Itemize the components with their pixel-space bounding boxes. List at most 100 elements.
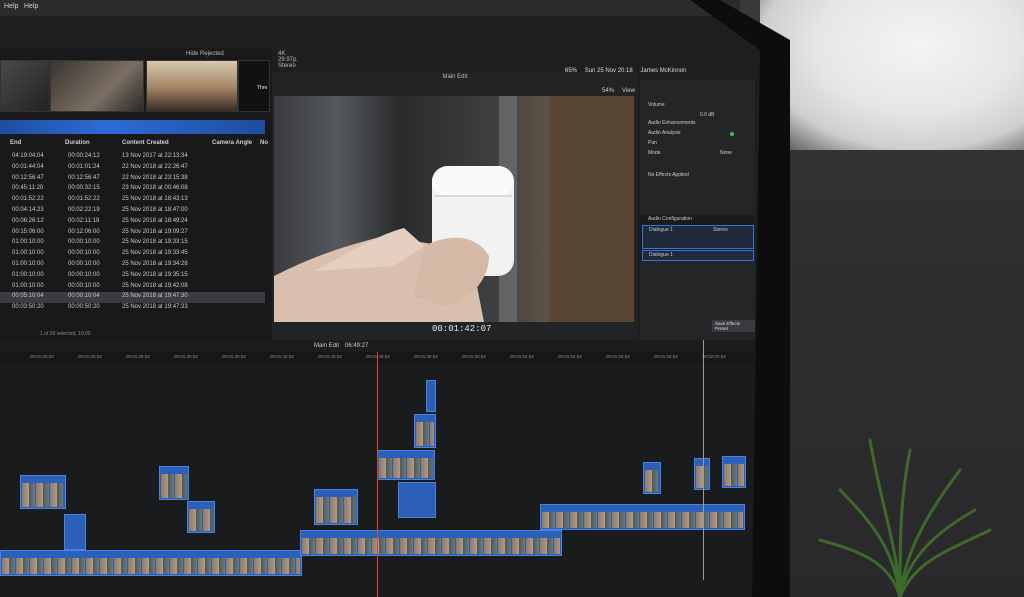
clip-frames [696,466,708,488]
clip-thumbnail[interactable] [146,60,238,112]
ruler-tick-label: 00:01:42:02 [270,354,294,359]
browser-row[interactable]: 01:00:10:00 00:00:10:00 25 Nov 2018 at 19:… [0,271,265,282]
connected-clip[interactable] [187,501,215,533]
viewer: Main Edit 54% View 00:01:42:07 [272,72,638,340]
channel-mode[interactable]: Stereo [713,227,728,233]
end-cell: 00:15:06:00 [12,228,44,235]
browser-row[interactable]: 00:01:52:22 00:01:52:22 25 Nov 2018 at 18:… [0,195,265,206]
analysis-check-icon [730,132,734,136]
end-cell: 00:45:11:20 [12,185,44,192]
browser-row[interactable]: 00:15:06:00 00:12:06:00 25 Nov 2018 at 19:… [0,228,265,239]
ruler-tick-label: 00:02:00:04 [702,354,726,359]
ruler-tick-label: 00:01:52:04 [510,354,534,359]
zoom-menu[interactable]: 54% [602,88,614,94]
browser-row[interactable]: 01:00:10:00 00:00:10:00 25 Nov 2018 at 19:… [0,260,265,271]
browser-row[interactable]: 00:05:10:04 00:00:10:04 25 Nov 2018 at 19:… [0,292,265,304]
monitor-screen: Help Help 65% Sun 25 Nov 20:18 James McK… [0,0,760,597]
volume-label: Volume [648,102,665,108]
created-cell: 25 Nov 2018 at 18:49:24 [122,217,188,224]
column-content-created[interactable]: Content Created [122,140,169,146]
ruler-tick-label: 00:01:48:04 [414,354,438,359]
menu-item-help-2[interactable]: Help [24,3,38,10]
connected-clip[interactable] [20,475,66,509]
viewer-timecode[interactable]: 00:01:42:07 [432,324,491,334]
end-cell: 04:19:04:04 [12,153,44,159]
audio-analysis-label: Audio Analysis [648,130,681,136]
browser-toolbar: Hide Rejected 4K 29.97p, Stereo [0,48,298,69]
event-browser: Hide Rejected 4K 29.97p, Stereo Thre End… [0,48,298,340]
audio-enhancements-label: Audio Enhancements [648,120,696,126]
browser-row[interactable]: 00:04:14:23 00:02:22:19 25 Nov 2018 at 18:… [0,206,265,217]
column-end[interactable]: End [10,140,21,146]
browser-row[interactable]: 00:06:26:12 00:02:11:19 25 Nov 2018 at 18:… [0,217,265,228]
ruler-tick-label: 00:01:56:04 [606,354,630,359]
end-cell: 01:00:10:00 [12,271,44,278]
dialogue-label-2: Dialogue 1 [649,252,673,258]
volume-value[interactable]: 0.0 dB [700,112,714,118]
user-name[interactable]: James McKinnon [640,68,686,74]
ruler-tick-label: 00:01:40:02 [222,354,246,359]
timeline-clip[interactable] [540,504,745,530]
skimmer [703,340,704,580]
connected-clip[interactable] [377,450,435,480]
end-cell: 00:04:14:23 [12,206,44,213]
connected-clip[interactable] [426,380,436,412]
clip-frames [2,558,300,574]
browser-row[interactable]: 00:45:11:20 00:00:32:15 23 Nov 2018 at 00:… [0,184,265,195]
playhead[interactable] [377,352,378,597]
save-effects-preset-button[interactable]: Save Effects Preset [712,320,755,332]
clip-thumbnail[interactable] [0,60,50,112]
clip-frames [416,422,434,446]
created-cell: 25 Nov 2018 at 19:42:08 [122,282,188,289]
clip-frames [161,474,187,498]
column-camera-angle[interactable]: Camera Angle [212,140,252,146]
end-cell: 00:01:52:22 [12,196,44,203]
browser-row[interactable]: 00:12:56:47 00:12:56:47 22 Nov 2018 at 23:… [0,174,265,185]
created-cell: 22 Nov 2018 at 23:15:38 [122,174,188,181]
connected-clip[interactable] [159,466,189,500]
timeline-clip[interactable] [0,550,302,576]
clip-frames [724,464,744,486]
hide-rejected-menu[interactable]: Hide Rejected [186,51,224,57]
connected-clip[interactable] [414,414,436,448]
created-cell: 25 Nov 2018 at 19:34:28 [122,260,188,267]
menu-bar: Help Help [0,0,760,16]
dialogue-label: Dialogue 1 [649,227,673,233]
duration-cell: 00:00:50:20 [68,304,100,311]
duration-cell: 00:00:10:00 [68,239,100,246]
menu-item-help[interactable]: Help [4,3,18,10]
browser-row[interactable]: 01:00:10:00 00:00:10:00 25 Nov 2018 at 19:… [0,249,265,260]
browser-row[interactable]: 01:00:10:00 00:00:10:00 25 Nov 2018 at 19:… [0,282,265,293]
ruler-tick-label: 00:01:54:04 [558,354,582,359]
timeline-clip[interactable] [300,530,562,556]
clip-thumbnail[interactable] [50,60,144,112]
view-menu[interactable]: View [622,88,635,94]
browser-row[interactable]: 00:03:50:20 00:00:50:20 25 Nov 2018 at 19:… [0,303,265,314]
connected-clip[interactable] [314,489,358,525]
dialogue-channel-2[interactable]: Dialogue 1 [642,250,754,261]
mode-value[interactable]: None [720,150,732,156]
duration-cell: 00:02:11:19 [68,217,100,224]
plant [818,438,992,597]
column-duration[interactable]: Duration [65,140,90,146]
created-cell: 25 Nov 2018 at 19:09:27 [122,228,188,235]
connected-clip[interactable] [64,514,86,550]
ruler-tick-label: 00:01:28:02 [126,354,150,359]
connected-clip[interactable] [694,458,710,490]
browser-row[interactable]: 04:19:04:04 00:00:24:12 13 Nov 2017 at 22:… [0,152,265,163]
dialogue-channel-1[interactable]: Dialogue 1 Stereo [642,225,754,249]
video-image [274,96,634,322]
connected-clip[interactable] [398,482,436,518]
end-cell: 00:05:10:04 [12,293,44,300]
column-notes[interactable]: No [260,140,268,146]
duration-cell: 00:00:10:00 [68,271,100,278]
browser-row[interactable]: 00:01:44:04 00:01:01:24 22 Nov 2018 at 22:… [0,163,265,174]
project-duration: 06:49:27 [345,343,369,349]
audio-configuration-label: Audio Configuration [648,216,692,222]
clip-thumbnail[interactable]: Thre [238,60,270,112]
connected-clip[interactable] [643,462,661,494]
end-cell: 00:03:50:20 [12,304,44,311]
connected-clip[interactable] [722,456,746,488]
browser-row[interactable]: 01:00:10:00 00:00:10:00 25 Nov 2018 at 19:… [0,238,265,249]
mode-label: Mode [648,150,661,156]
